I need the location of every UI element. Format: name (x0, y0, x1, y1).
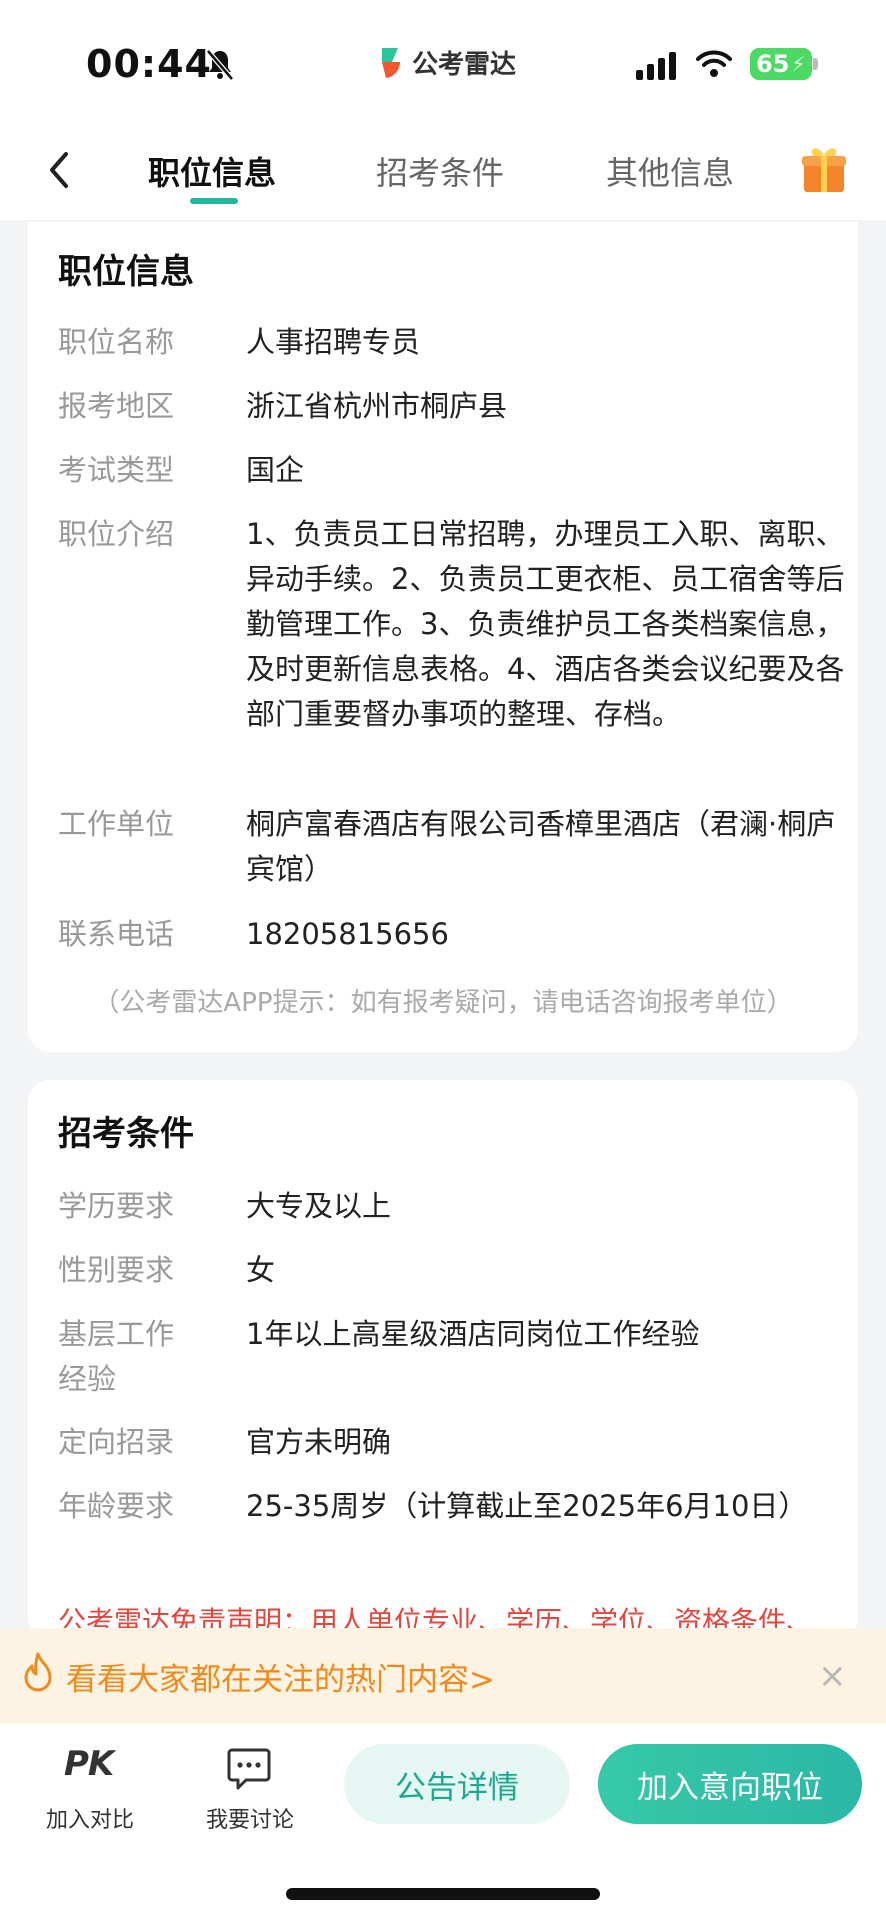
status-bar: 00:44 公考雷达 65 ⚡ (0, 0, 886, 130)
row-value: 桐庐富春酒店有限公司香樟里酒店（君澜·桐庐宾馆） (246, 807, 836, 886)
charging-bolt-icon: ⚡ (791, 52, 806, 76)
phone-number[interactable]: 18205815656 (246, 912, 886, 957)
app-logo-icon (382, 47, 400, 78)
row-label: 学历要求 (58, 1189, 175, 1223)
discuss-label[interactable]: 我要讨论 (206, 1802, 294, 1834)
row-value: 国企 (246, 453, 305, 487)
wifi-icon (696, 50, 732, 77)
row-value: 1年以上高星级酒店同岗位工作经验 (246, 1317, 700, 1351)
battery-level: 65 (756, 50, 790, 78)
battery-cap (813, 58, 818, 70)
gift-icon[interactable] (800, 144, 848, 194)
requirements-card: 招考条件 学历要求 大专及以上 性别要求 女 基层工作经验 1年以上高星级酒店同… (28, 1080, 858, 1640)
pk-compare-icon[interactable]: PK (64, 1744, 114, 1784)
row-value: 人事招聘专员 (246, 325, 421, 359)
row-label: 工作单位 (58, 807, 175, 841)
row-label: 联系电话 (58, 917, 175, 951)
active-tab-indicator (190, 198, 238, 204)
back-arrow-icon[interactable] (44, 150, 74, 190)
chat-bubble-icon[interactable] (226, 1746, 272, 1792)
status-time: 00:44 (86, 42, 212, 86)
battery-indicator: 65 ⚡ (750, 48, 812, 80)
banner-text[interactable]: 看看大家都在关注的热门内容> (66, 1654, 495, 1699)
row-value: 25-35周岁（计算截止至2025年6月10日） (246, 1489, 808, 1523)
tab-bar: 职位信息 招考条件 其他信息 (0, 130, 886, 220)
app-name: 公考雷达 (412, 50, 517, 80)
bell-mute-icon (206, 49, 234, 81)
row-label: 报考地区 (58, 389, 175, 423)
compare-label[interactable]: 加入对比 (46, 1802, 134, 1834)
requirements-title: 招考条件 (58, 1114, 194, 1154)
tab-other-info[interactable]: 其他信息 (606, 148, 734, 194)
cellular-signal-icon (636, 52, 676, 80)
row-label: 年龄要求 (58, 1489, 175, 1523)
add-intended-position-button[interactable]: 加入意向职位 (598, 1744, 862, 1824)
tab-requirements[interactable]: 招考条件 (376, 148, 504, 194)
row-label: 职位介绍 (58, 517, 175, 551)
row-label: 性别要求 (58, 1253, 175, 1287)
row-value: 1、负责员工日常招聘，办理员工入职、离职、异动手续。2、负责员工更衣柜、员工宿舍… (246, 517, 845, 731)
position-info-title: 职位信息 (58, 252, 194, 292)
hot-content-banner[interactable]: 看看大家都在关注的热门内容> × (0, 1628, 886, 1724)
announcement-detail-button[interactable]: 公告详情 (344, 1744, 570, 1824)
row-value: 浙江省杭州市桐庐县 (246, 389, 508, 423)
row-label: 基层工作经验 (58, 1317, 175, 1396)
app-hint: （公考雷达APP提示：如有报考疑问，请电话咨询报考单位） (93, 988, 793, 1018)
home-indicator[interactable] (286, 1888, 600, 1900)
tab-position-info[interactable]: 职位信息 (148, 148, 276, 194)
close-icon[interactable]: × (818, 1656, 847, 1696)
row-value: 大专及以上 (246, 1189, 392, 1223)
row-value: 女 (246, 1253, 276, 1287)
row-label: 考试类型 (58, 453, 175, 487)
row-label: 职位名称 (58, 325, 175, 359)
fire-icon (24, 1652, 52, 1692)
row-value: 官方未明确 (246, 1425, 392, 1459)
row-label: 定向招录 (58, 1425, 175, 1459)
app-brand: 公考雷达 (378, 44, 516, 81)
position-info-card: 职位信息 职位名称 人事招聘专员 报考地区 浙江省杭州市桐庐县 考试类型 国企 … (28, 222, 858, 1052)
